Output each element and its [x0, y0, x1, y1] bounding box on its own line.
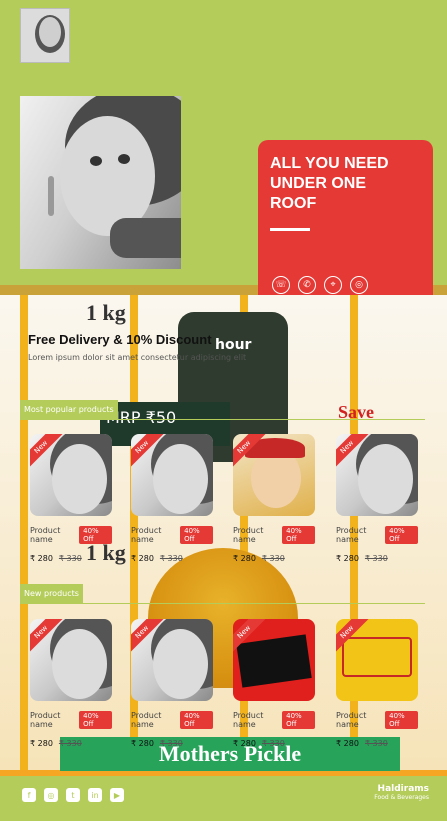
- product-price: ₹ 280: [233, 554, 256, 563]
- youtube-icon[interactable]: ▶: [110, 788, 124, 802]
- product-price: ₹ 280: [233, 739, 256, 748]
- promo-card: ALL YOU NEED UNDER ONE ROOF ☏ ✆ ⌖ ◎: [258, 140, 433, 295]
- whatsapp-icon[interactable]: ✆: [298, 276, 316, 294]
- product-old-price: ₹ 330: [261, 554, 285, 563]
- discount-badge: 40% Off: [385, 711, 418, 729]
- product-price: ₹ 280: [131, 739, 154, 748]
- product-image[interactable]: New: [131, 434, 213, 516]
- product-card[interactable]: New Product name 40% Off ₹ 280 ₹ 330: [336, 434, 418, 563]
- product-old-price: ₹ 330: [159, 554, 183, 563]
- footer: f ◎ t in ▶ Haldirams Food & Beverages: [0, 776, 447, 821]
- instagram-icon[interactable]: ◎: [44, 788, 58, 802]
- section-divider: [20, 419, 425, 420]
- product-name: Product name: [131, 526, 162, 544]
- discount-badge: 40% Off: [180, 526, 213, 544]
- discount-badge: 40% Off: [79, 711, 112, 729]
- brand-block: Haldirams Food & Beverages: [374, 784, 429, 801]
- product-image[interactable]: New: [30, 619, 112, 701]
- discount-badge: 40% Off: [282, 711, 315, 729]
- product-image[interactable]: New: [233, 434, 315, 516]
- bag-brand-label: hour: [215, 337, 252, 353]
- promo-contact-icons: ☏ ✆ ⌖ ◎: [272, 276, 368, 294]
- product-price: ₹ 280: [336, 739, 359, 748]
- discount-badge: 40% Off: [79, 526, 112, 544]
- product-price: ₹ 280: [30, 739, 53, 748]
- product-name: Product name: [30, 711, 61, 729]
- product-name: Product name: [233, 711, 264, 729]
- product-card[interactable]: New Product name 40% Off ₹ 280 ₹ 330: [30, 434, 112, 563]
- product-image[interactable]: New: [336, 619, 418, 701]
- section-title-new: New products: [20, 584, 83, 604]
- hero-section: ALL YOU NEED UNDER ONE ROOF ☏ ✆ ⌖ ◎: [0, 0, 447, 295]
- product-image[interactable]: New: [131, 619, 213, 701]
- facebook-icon[interactable]: f: [22, 788, 36, 802]
- section-divider: [20, 603, 425, 604]
- twitter-icon[interactable]: t: [66, 788, 80, 802]
- discount-badge: 40% Off: [385, 526, 418, 544]
- globe-icon[interactable]: ◎: [350, 276, 368, 294]
- product-price: ₹ 280: [30, 554, 53, 563]
- product-name: Product name: [336, 711, 367, 729]
- product-card[interactable]: New Product name 40% Off ₹ 280 ₹ 330: [336, 619, 418, 748]
- product-card[interactable]: New Product name 40% Off ₹ 280 ₹ 330: [131, 619, 213, 748]
- discount-badge: 40% Off: [180, 711, 213, 729]
- product-name: Product name: [233, 526, 264, 544]
- product-image[interactable]: New: [233, 619, 315, 701]
- product-card[interactable]: New Product name 40% Off ₹ 280 ₹ 330: [131, 434, 213, 563]
- product-price: ₹ 280: [336, 554, 359, 563]
- product-name: Product name: [30, 526, 61, 544]
- product-card[interactable]: New Product name 40% Off ₹ 280 ₹ 330: [233, 619, 315, 748]
- product-old-price: ₹ 330: [58, 739, 82, 748]
- product-image[interactable]: New: [30, 434, 112, 516]
- section-title-popular: Most popular products: [20, 400, 118, 420]
- product-image[interactable]: New: [336, 434, 418, 516]
- product-old-price: ₹ 330: [261, 739, 285, 748]
- location-icon[interactable]: ⌖: [324, 276, 342, 294]
- promo-divider: [270, 228, 310, 231]
- promo-title: ALL YOU NEED UNDER ONE ROOF: [270, 155, 389, 212]
- phone-icon[interactable]: ☏: [272, 276, 290, 294]
- product-card[interactable]: New Product name 40% Off ₹ 280 ₹ 330: [30, 619, 112, 748]
- delivery-subtitle: Lorem ipsum dolor sit amet consectetur a…: [28, 353, 247, 362]
- logo-thumbnail[interactable]: [20, 8, 70, 63]
- social-links: f ◎ t in ▶: [22, 788, 124, 802]
- product-price: ₹ 280: [131, 554, 154, 563]
- weight-label: 1 kg: [86, 300, 126, 325]
- linkedin-icon[interactable]: in: [88, 788, 102, 802]
- discount-badge: 40% Off: [282, 526, 315, 544]
- product-old-price: ₹ 330: [159, 739, 183, 748]
- hero-portrait-image: [20, 96, 181, 269]
- product-old-price: ₹ 330: [364, 554, 388, 563]
- product-name: Product name: [131, 711, 162, 729]
- product-name: Product name: [336, 526, 367, 544]
- product-old-price: ₹ 330: [364, 739, 388, 748]
- brand-subtitle: Food & Beverages: [374, 794, 429, 801]
- brand-name: Haldirams: [377, 784, 429, 794]
- product-old-price: ₹ 330: [58, 554, 82, 563]
- delivery-title: Free Delivery & 10% Discount: [28, 332, 212, 347]
- product-card[interactable]: New Product name 40% Off ₹ 280 ₹ 330: [233, 434, 315, 563]
